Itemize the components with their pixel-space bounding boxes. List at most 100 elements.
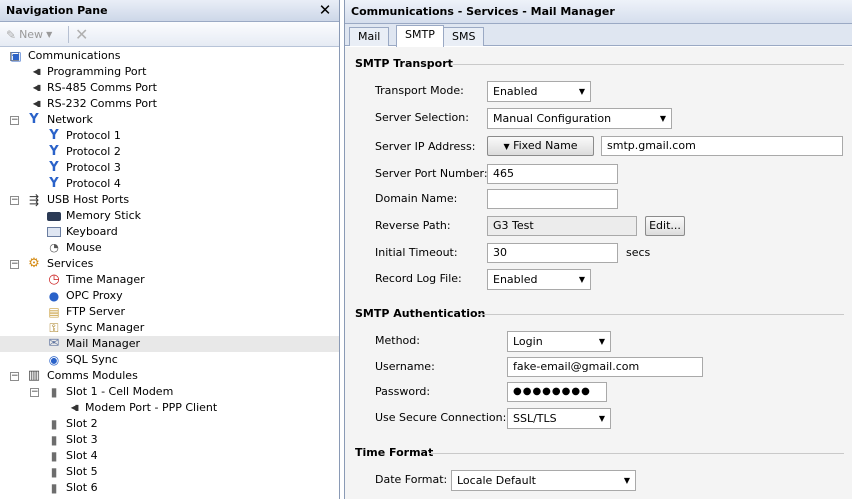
tree-item-communications[interactable]: − ▣ Communications: [0, 48, 339, 64]
new-button-label: New: [19, 28, 44, 41]
tree-item-label: Protocol 4: [66, 177, 121, 190]
record-log-select[interactable]: Enabled ▼: [487, 269, 591, 290]
collapse-icon[interactable]: −: [10, 196, 19, 205]
tree-item-label: RS-232 Comms Port: [47, 97, 157, 110]
tree-item-label: Mouse: [66, 241, 102, 254]
collapse-icon[interactable]: −: [10, 116, 19, 125]
server-port-label: Server Port Number:: [375, 167, 488, 180]
tab-bar: Mail SMTP SMS: [345, 24, 852, 47]
clock-icon: [46, 272, 62, 288]
tree-item-label: Keyboard: [66, 225, 118, 238]
tree-item-time-manager[interactable]: Time Manager: [0, 272, 339, 288]
chevron-down-icon: ▼: [598, 337, 605, 346]
tree-item-opc-proxy[interactable]: OPC Proxy: [0, 288, 339, 304]
new-button[interactable]: ✎ New ▼: [6, 26, 52, 43]
tree-item-label: Slot 5: [66, 465, 98, 478]
collapse-icon[interactable]: −: [30, 388, 39, 397]
tree-item-services[interactable]: − Services: [0, 256, 339, 272]
collapse-icon[interactable]: −: [10, 372, 19, 381]
tree-item-label: Modem Port - PPP Client: [85, 401, 218, 414]
tree-item-label: FTP Server: [66, 305, 126, 318]
secure-connection-label: Use Secure Connection:: [375, 411, 507, 424]
tree-item-mail-manager[interactable]: Mail Manager: [0, 336, 339, 352]
tree-item-label: Services: [47, 257, 94, 270]
tree-item-memory-stick[interactable]: Memory Stick: [0, 208, 339, 224]
sync-icon: [46, 320, 62, 336]
keyboard-icon: [46, 224, 62, 240]
tab-mail[interactable]: Mail: [349, 27, 390, 46]
tree-item-protocol-4[interactable]: Protocol 4: [0, 176, 339, 192]
fixed-name-button[interactable]: ▼ Fixed Name: [487, 136, 594, 156]
close-icon[interactable]: ✕: [317, 2, 333, 18]
tree-item-slot-1[interactable]: − Slot 1 - Cell Modem: [0, 384, 339, 400]
username-input[interactable]: fake-email@gmail.com: [507, 357, 703, 377]
date-format-label: Date Format:: [375, 473, 448, 486]
navigation-pane: Navigation Pane ✕ ✎ New ▼ ✕ − ▣ Communic…: [0, 0, 340, 499]
tree-item-sync-manager[interactable]: Sync Manager: [0, 320, 339, 336]
tree-item-slot-6[interactable]: Slot 6: [0, 480, 339, 496]
tree-item-keyboard[interactable]: Keyboard: [0, 224, 339, 240]
new-item-icon: ✎: [6, 27, 17, 42]
server-port-input[interactable]: 465: [487, 164, 618, 184]
smtp-settings-panel: SMTP Transport Transport Mode: Enabled ▼…: [345, 47, 852, 499]
tab-sms[interactable]: SMS: [443, 27, 485, 46]
tree-item-rs485-port[interactable]: RS-485 Comms Port: [0, 80, 339, 96]
tree-item-comms-modules[interactable]: − Comms Modules: [0, 368, 339, 384]
tree-item-label: Communications: [28, 49, 121, 62]
password-input[interactable]: ●●●●●●●●: [507, 382, 607, 402]
select-value: Manual Configuration: [493, 112, 612, 125]
tree-item-label: Slot 2: [66, 417, 98, 430]
tree-item-label: Slot 4: [66, 449, 98, 462]
tree-item-protocol-2[interactable]: Protocol 2: [0, 144, 339, 160]
slot-icon: [46, 384, 62, 400]
chevron-down-icon: ▼: [659, 114, 666, 123]
edit-button[interactable]: Edit...: [645, 216, 685, 236]
tree-item-usb-host-ports[interactable]: − USB Host Ports: [0, 192, 339, 208]
tree-item-mouse[interactable]: Mouse: [0, 240, 339, 256]
delete-icon[interactable]: ✕: [75, 25, 88, 44]
tree-item-label: Time Manager: [66, 273, 145, 286]
chevron-down-icon: ▼: [503, 142, 510, 151]
tree-item-label: Protocol 1: [66, 129, 121, 142]
tree-item-slot-4[interactable]: Slot 4: [0, 448, 339, 464]
tab-smtp[interactable]: SMTP: [396, 25, 444, 47]
server-selection-select[interactable]: Manual Configuration ▼: [487, 108, 672, 129]
tree-item-slot-2[interactable]: Slot 2: [0, 416, 339, 432]
tree-item-modem-port[interactable]: Modem Port - PPP Client: [0, 400, 339, 416]
collapse-icon[interactable]: −: [10, 260, 19, 269]
tree-item-slot-5[interactable]: Slot 5: [0, 464, 339, 480]
tree-item-protocol-3[interactable]: Protocol 3: [0, 160, 339, 176]
mouse-icon: [46, 240, 62, 256]
username-label: Username:: [375, 360, 435, 373]
reverse-path-field: G3 Test: [487, 216, 637, 236]
toolbar-divider: [68, 26, 69, 43]
chevron-down-icon: ▼: [578, 275, 585, 284]
slot-icon: [46, 416, 62, 432]
tree-item-rs232-port[interactable]: RS-232 Comms Port: [0, 96, 339, 112]
server-ip-input[interactable]: smtp.gmail.com: [601, 136, 843, 156]
tree-item-label: Protocol 3: [66, 161, 121, 174]
tree-item-ftp-server[interactable]: FTP Server: [0, 304, 339, 320]
password-label: Password:: [375, 385, 431, 398]
secure-connection-select[interactable]: SSL/TLS ▼: [507, 408, 611, 429]
date-format-select[interactable]: Locale Default ▼: [451, 470, 636, 491]
tree-item-label: Mail Manager: [66, 337, 141, 350]
protocol-icon: [46, 176, 62, 192]
tree-item-protocol-1[interactable]: Protocol 1: [0, 128, 339, 144]
serial-port-icon: [28, 80, 44, 96]
select-value: Enabled: [493, 85, 538, 98]
tree-item-network[interactable]: − Network: [0, 112, 339, 128]
usb-icon: [26, 192, 42, 208]
tree-item-label: Programming Port: [47, 65, 147, 78]
record-log-label: Record Log File:: [375, 272, 462, 285]
tree-item-sql-sync[interactable]: SQL Sync: [0, 352, 339, 368]
tree-item-label: Slot 6: [66, 481, 98, 494]
domain-name-input[interactable]: [487, 189, 618, 209]
server-ip-label: Server IP Address:: [375, 140, 476, 153]
tree-item-programming-port[interactable]: Programming Port: [0, 64, 339, 80]
transport-mode-select[interactable]: Enabled ▼: [487, 81, 591, 102]
initial-timeout-input[interactable]: 30: [487, 243, 618, 263]
method-select[interactable]: Login ▼: [507, 331, 611, 352]
tree-item-slot-3[interactable]: Slot 3: [0, 432, 339, 448]
tree-item-label: SQL Sync: [66, 353, 118, 366]
